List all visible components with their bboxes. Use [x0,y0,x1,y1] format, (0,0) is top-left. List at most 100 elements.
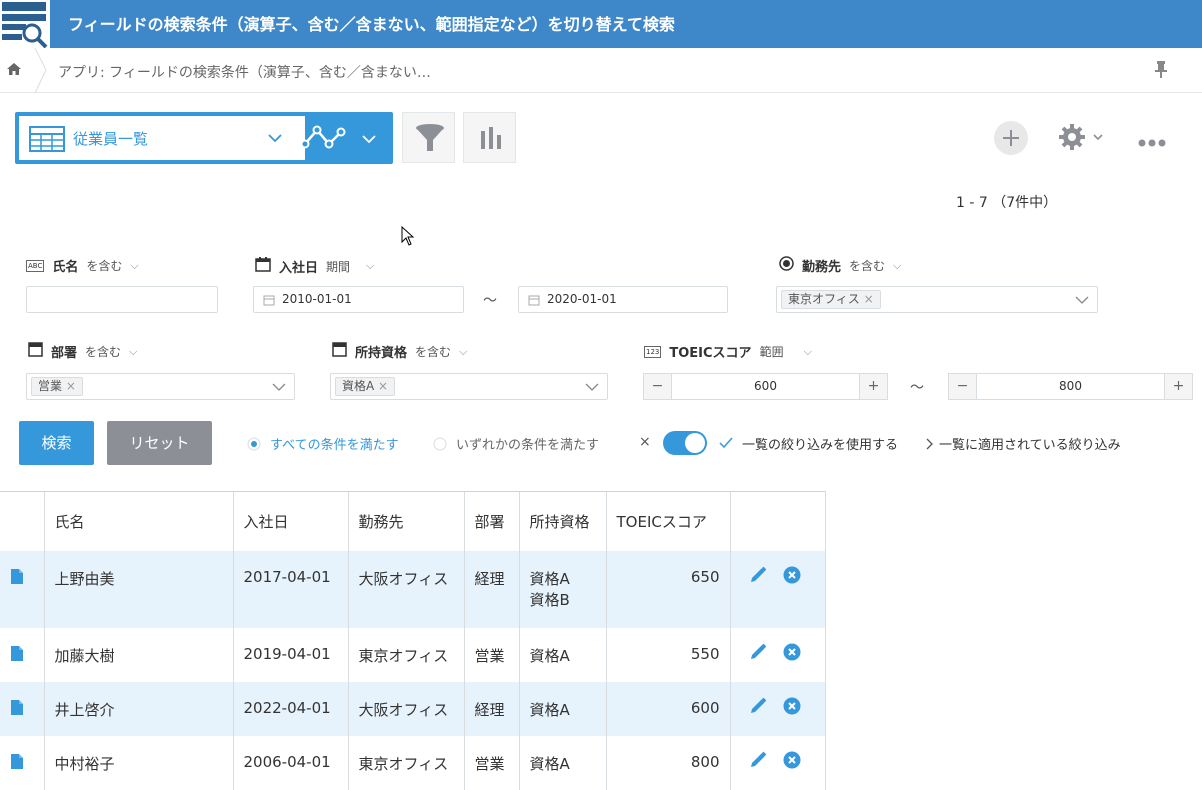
view-name: 従業員一覧 [73,130,149,148]
number-field-icon: 123 [644,345,662,358]
office-filter-label: 勤務先 [802,260,842,275]
graph-icon[interactable] [300,124,347,154]
table-header-row: 氏名 入社日 勤務先 部署 所持資格 TOEICスコア [0,491,826,551]
dept-filter-select[interactable]: 営業 × [26,373,295,400]
name-filter-operator[interactable]: を含む [86,257,122,274]
range-separator: 〜 [483,293,497,309]
table-cell: 東京オフィス [347,627,464,682]
chip-remove-icon[interactable]: × [378,379,388,393]
table-cell: 資格A [518,735,606,790]
column-header[interactable]: 入社日 [232,491,348,551]
row-actions [729,627,826,682]
chevron-down-icon[interactable]: ⌵ [804,345,812,359]
toeic-from-value[interactable]: 600 [672,379,859,393]
pencil-icon[interactable] [749,697,767,719]
home-icon[interactable] [6,61,24,79]
funnel-icon [415,123,445,157]
table-row[interactable]: 上野由美 2017-04-01 大阪オフィス 経理 資格A 資格B 650 [0,550,826,628]
match-all-radio[interactable]: すべての条件を満たす [247,434,399,453]
column-header[interactable]: 氏名 [43,491,233,551]
table-cell: 中村裕子 [43,735,233,790]
list-filter-toggle[interactable] [663,431,707,455]
close-circle-icon[interactable] [783,697,801,719]
toeic-to-stepper[interactable]: − 800 + [948,373,1193,400]
column-header[interactable]: TOEICスコア [605,491,730,551]
qual-filter-select[interactable]: 資格A × [330,373,608,400]
breadcrumb-app-link[interactable]: アプリ: フィールドの検索条件（演算子、含む／含まない… [58,62,431,82]
view-selector[interactable]: 従業員一覧 [15,112,393,164]
applied-filter-toggle[interactable]: 一覧に適用されている絞り込み [925,434,1121,453]
view-dropdown[interactable]: 従業員一覧 [19,116,305,160]
record-count: 1 - 7 （7件中） [956,195,1058,211]
increment-button[interactable]: + [1164,374,1192,399]
chevron-down-icon[interactable]: ⌵ [130,259,138,273]
table-cell: 2017-04-01 [232,550,348,628]
chevron-down-icon[interactable]: ⌵ [459,345,467,359]
radio-field-icon [779,256,794,275]
office-filter-select[interactable]: 東京オフィス × [776,286,1098,313]
column-header[interactable]: 部署 [463,491,519,551]
calendar-small-icon [528,295,540,306]
graph-chevron-down-icon[interactable] [361,131,377,150]
close-circle-icon[interactable] [783,643,801,665]
hire-filter-operator[interactable]: 期間 [326,258,350,275]
table-row[interactable]: 井上啓介 2022-04-01 大阪オフィス 経理 資格A 600 [0,681,826,736]
increment-button[interactable]: + [859,374,887,399]
search-button[interactable]: 検索 [19,421,94,465]
more-icon[interactable] [1138,133,1168,152]
pencil-icon[interactable] [749,643,767,665]
table-cell: 資格A 資格B [518,550,606,628]
row-actions [729,735,826,790]
record-detail-link[interactable] [0,681,44,736]
gear-icon[interactable] [1058,123,1106,157]
close-circle-icon[interactable] [783,751,801,773]
plus-icon [1003,130,1019,150]
applied-filter-label: 一覧に適用されている絞り込み [939,438,1121,453]
toeic-to-value[interactable]: 800 [977,379,1164,393]
pencil-icon[interactable] [749,751,767,773]
chart-button[interactable] [463,112,516,163]
chevron-down-icon[interactable]: ⌵ [129,345,137,359]
table-cell: 経理 [463,681,519,736]
name-filter-input[interactable] [26,286,218,313]
qual-chip: 資格A × [335,377,396,396]
dept-filter-operator[interactable]: を含む [85,343,121,360]
column-header[interactable]: 所持資格 [518,491,606,551]
add-record-button[interactable] [994,121,1028,155]
office-filter-header: 勤務先 を含む ⌵ [779,256,901,275]
record-detail-link[interactable] [0,550,44,628]
pin-icon[interactable] [1154,60,1168,84]
document-icon [10,645,24,666]
office-filter-operator[interactable]: を含む [849,257,885,274]
record-detail-link[interactable] [0,736,44,790]
bar-chart-icon [479,125,503,155]
hire-filter-header: 入社日 期間 ⌵ [255,256,374,276]
calendar-small-icon [263,295,275,306]
table-cell: 加藤大樹 [43,627,233,682]
table-row[interactable]: 加藤大樹 2019-04-01 東京オフィス 営業 資格A 550 [0,627,826,682]
chip-remove-icon[interactable]: × [66,379,76,393]
table-cell: 経理 [463,550,519,628]
toeic-filter-operator[interactable]: 範囲 [760,343,784,360]
app-title: フィールドの検索条件（演算子、含む／含まない、範囲指定など）を切り替えて検索 [68,15,675,34]
match-any-radio[interactable]: いずれかの条件を満たす [433,434,599,453]
record-detail-link[interactable] [0,628,44,682]
chevron-down-icon[interactable]: ⌵ [893,259,901,273]
table-row[interactable]: 中村裕子 2006-04-01 東京オフィス 営業 資格A 800 [0,735,826,790]
reset-button[interactable]: リセット [107,421,212,465]
filter-button[interactable] [402,112,455,163]
chevron-down-icon[interactable]: ⌵ [366,259,374,273]
table-cell: 上野由美 [43,550,233,628]
close-circle-icon[interactable] [783,566,801,588]
decrement-button[interactable]: − [644,374,672,399]
toeic-from-stepper[interactable]: − 600 + [643,373,888,400]
toggle-knob [685,433,705,453]
hire-from-input[interactable]: 2010-01-01 [253,286,464,313]
pencil-icon[interactable] [749,566,767,588]
qual-filter-operator[interactable]: を含む [415,343,451,360]
chip-remove-icon[interactable]: × [864,292,874,306]
match-all-label: すべての条件を満たす [270,438,399,453]
decrement-button[interactable]: − [949,374,977,399]
hire-to-input[interactable]: 2020-01-01 [518,286,728,313]
column-header[interactable]: 勤務先 [347,491,464,551]
